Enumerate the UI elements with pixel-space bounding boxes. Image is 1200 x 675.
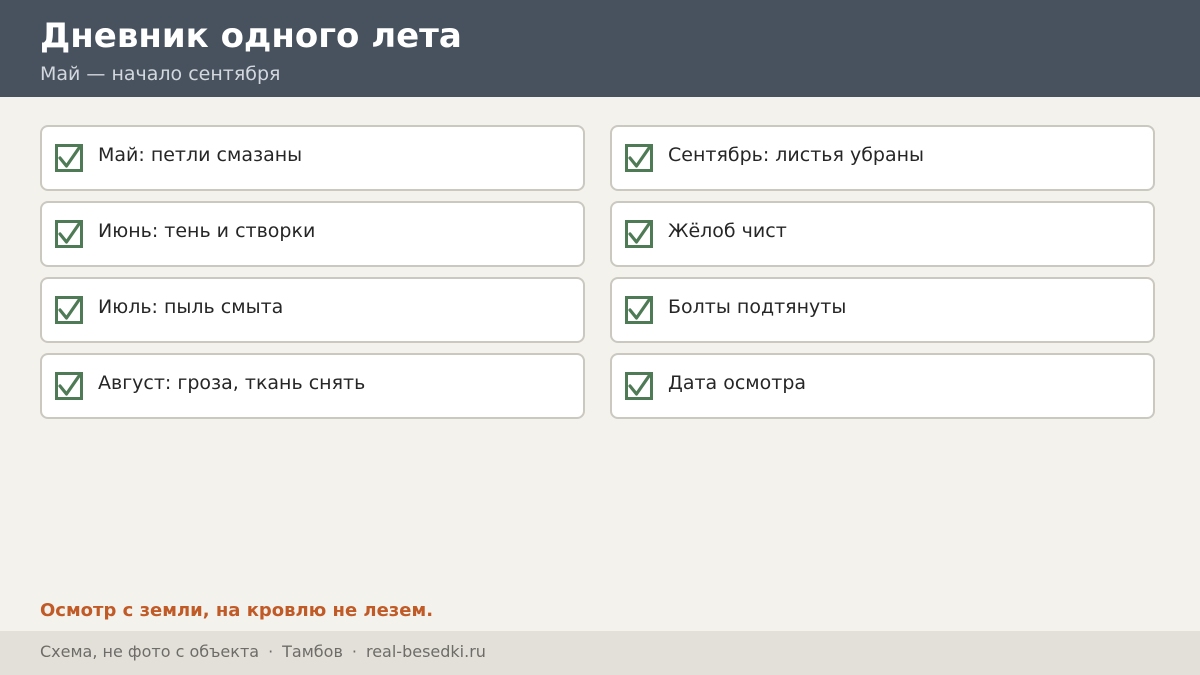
checkbox-checked-icon[interactable] [625, 144, 653, 172]
checklist-item[interactable]: Август: гроза, ткань снять [40, 353, 585, 419]
checklist-column-right: Сентябрь: листья убраны Жёлоб чист Болты… [610, 125, 1155, 429]
checklist-item[interactable]: Болты подтянуты [610, 277, 1155, 343]
checklist-item-label: Май: петли смазаны [98, 144, 303, 166]
checkbox-checked-icon[interactable] [55, 220, 83, 248]
footer-site-link[interactable]: real-besedki.ru [366, 642, 486, 661]
checklist-item[interactable]: Сентябрь: листья убраны [610, 125, 1155, 191]
footer-separator: · [268, 642, 274, 661]
footer-caption: Схема, не фото с объекта [40, 642, 260, 661]
page-subtitle: Май — начало сентября [40, 63, 281, 85]
checkbox-checked-icon[interactable] [55, 296, 83, 324]
checkbox-checked-icon[interactable] [625, 296, 653, 324]
checklist-item-label: Жёлоб чист [668, 220, 787, 242]
checklist-item[interactable]: Май: петли смазаны [40, 125, 585, 191]
checklist-item[interactable]: Июнь: тень и створки [40, 201, 585, 267]
checklist-item[interactable]: Дата осмотра [610, 353, 1155, 419]
checklist-item-label: Июнь: тень и створки [98, 220, 316, 242]
checklist-item-label: Болты подтянуты [668, 296, 847, 318]
safety-note: Осмотр с земли, на кровлю не лезем. [40, 600, 434, 621]
checklist-item-label: Июль: пыль смыта [98, 296, 284, 318]
checklist-column-left: Май: петли смазаны Июнь: тень и створки … [40, 125, 585, 429]
footer-line: Схема, не фото с объекта · Тамбов · real-bes… [40, 641, 486, 663]
checklist-item-label: Дата осмотра [668, 372, 807, 394]
checklist-item-label: Август: гроза, ткань снять [98, 372, 366, 394]
footer-city: Тамбов [282, 642, 343, 661]
checkbox-checked-icon[interactable] [625, 220, 653, 248]
checklist-item[interactable]: Июль: пыль смыта [40, 277, 585, 343]
checkbox-checked-icon[interactable] [55, 144, 83, 172]
footer-separator: · [351, 642, 357, 661]
checkbox-checked-icon[interactable] [625, 372, 653, 400]
checklist-item-label: Сентябрь: листья убраны [668, 144, 925, 166]
page-title: Дневник одного лета [40, 16, 462, 56]
footer-bar: Схема, не фото с объекта · Тамбов · real-bes… [0, 631, 1200, 675]
checklist-item[interactable]: Жёлоб чист [610, 201, 1155, 267]
checkbox-checked-icon[interactable] [55, 372, 83, 400]
header-bar: Дневник одного лета Май — начало сентябр… [0, 0, 1200, 97]
